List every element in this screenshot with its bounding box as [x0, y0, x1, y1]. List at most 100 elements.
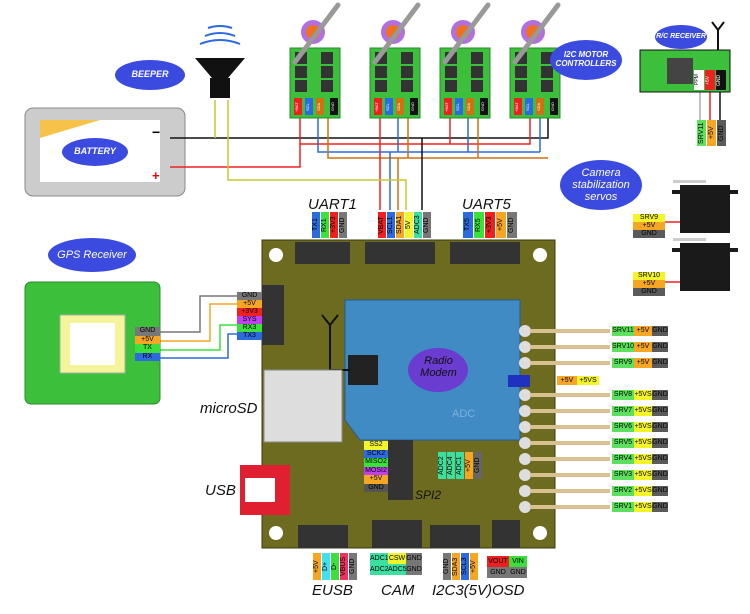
cam-pin-label: CSW: [388, 553, 406, 564]
uart1-title: UART1: [308, 196, 357, 213]
header-pin-lead: [530, 457, 610, 461]
header-pin-lead: [530, 393, 610, 397]
esc-pin-label: SCL: [385, 103, 390, 111]
servo-signal-label: SRV9: [612, 358, 634, 368]
servo-power-label: +5VS: [634, 486, 652, 496]
cam-pin-label: GND: [406, 553, 422, 564]
eusb-pin-label: D-: [331, 553, 339, 580]
cam-servo1-pin-label: SRV9: [633, 214, 665, 222]
esc-pin-label: +BAT: [374, 102, 379, 112]
header-pin: [519, 501, 531, 513]
i2c3-pin-label: SDA3: [452, 553, 460, 580]
servo-gnd-label: GND: [652, 390, 668, 400]
esc-pin-label: GND: [330, 102, 335, 112]
i2c-pin-label: SCL1: [387, 212, 395, 238]
header-pin-lead: [530, 409, 610, 413]
servo-signal-label: SRV6: [612, 422, 634, 432]
rc-output-pin-label: GND: [717, 120, 726, 146]
esc-pin-label: SDA: [316, 102, 321, 112]
servo-signal-label: SRV5: [612, 438, 634, 448]
gps-label: GPS Receiver: [48, 238, 136, 272]
esc-pin-label: GND: [410, 102, 415, 112]
servo-signal-label: SRV2: [612, 486, 634, 496]
adc-pin-label: GND: [474, 452, 482, 479]
cam-servo2-pin-label: SRV10: [633, 272, 665, 280]
servo-gnd-label: GND: [652, 358, 668, 368]
wires-layer: [24, 2, 738, 549]
adc-pin-label: ADC4: [447, 452, 455, 479]
uart5-pin-label: RX5: [474, 212, 484, 238]
eusb-pin-label: GND: [349, 553, 357, 580]
camera-servos: [672, 180, 738, 291]
i2c-motor-controllers-label: I2C MOTOR CONTROLLERS: [550, 40, 622, 80]
esc-pin-label: +BAT: [444, 102, 449, 112]
servo-power-label: +5VS: [634, 390, 652, 400]
header-pin-lead: [530, 361, 610, 365]
uart3-pin-label: TX3: [237, 332, 262, 340]
servo-signal-label: SRV3: [612, 470, 634, 480]
rc-pin-label: GND: [716, 70, 726, 90]
header-pin-lead: [530, 505, 610, 509]
eusb-pin-label: +5V: [313, 553, 321, 580]
usb-title: USB: [205, 482, 236, 499]
servo-gnd-label: GND: [652, 342, 668, 352]
header-pin: [519, 421, 531, 433]
uart1-pin-label: GND: [339, 212, 347, 238]
eusb-title: EUSB: [312, 582, 353, 599]
adc-pin-label: ADC2: [438, 452, 446, 479]
uart1-pin-label: +3V3: [330, 212, 338, 238]
battery-label: BATTERY: [62, 138, 128, 166]
i2c-pin-label: GND: [423, 212, 431, 238]
uart5-pin-label: TX5: [463, 212, 473, 238]
microsd-slot: [263, 369, 343, 443]
rc-chip: [667, 58, 693, 84]
servo-gnd-label: GND: [652, 502, 668, 512]
esc-pin-label: SDA: [396, 102, 401, 112]
servo-power-label: +5V: [634, 326, 652, 336]
usb-port: [245, 478, 275, 502]
servo-signal-label: SRV1: [612, 502, 634, 512]
adc-label: ADC: [452, 408, 476, 420]
servo-signal-label: SRV8: [612, 390, 634, 400]
spi2-pin-label: SCK2: [364, 449, 388, 458]
cam-servo2-pin-label: GND: [633, 288, 665, 296]
battery-minus: −: [152, 124, 161, 140]
uart5-pin-label: +5V: [496, 212, 506, 238]
servo-gnd-label: GND: [652, 486, 668, 496]
wiring-diagram: BEEPER BATTERY − + I2C MOTOR CONTROLLERS…: [0, 0, 750, 614]
servo-signal-label: SRV7: [612, 406, 634, 416]
servo-signal-label: SRV10: [612, 342, 635, 352]
jumper-pin-label: +5V: [557, 376, 577, 385]
osd-pin-label: VIN: [509, 556, 527, 567]
esc-pin-label: SCL: [525, 103, 530, 111]
osd-pin-label: GND: [509, 567, 527, 578]
header-pin-lead: [530, 345, 610, 349]
servo-power-label: +5VS: [634, 502, 652, 512]
radio-modem-label: Radio Modem: [420, 355, 457, 379]
servo-gnd-label: GND: [652, 438, 668, 448]
header-pin: [519, 469, 531, 481]
cam-servo2-pin-label: +5V: [633, 280, 665, 288]
esc-pin-label: SCL: [305, 103, 310, 111]
cam-pin-label: ADC2: [370, 564, 389, 575]
uart5-pin-label: GND: [507, 212, 517, 238]
gps-pin-label: GND: [135, 327, 160, 336]
rc-output-pin-label: SRV11: [697, 120, 706, 146]
uart3-pin-label: +5V: [237, 300, 262, 308]
spi2-label: SPI2: [415, 488, 442, 502]
header-pin: [519, 389, 531, 401]
esc-pin-label: +BAT: [294, 102, 299, 112]
battery-plus: +: [152, 168, 160, 183]
camera-servos-label: Camera stabilization servos: [560, 160, 642, 210]
uart3-pin-label: +3V3: [237, 308, 262, 316]
adc-pin-label: ADC1: [456, 452, 464, 479]
servo-signal-label: SRV11: [612, 326, 634, 336]
i2c3-pin-label: SCL3: [461, 553, 469, 580]
uart1-pin-label: TX1: [312, 212, 320, 238]
header-pin: [519, 325, 531, 337]
rc-output-pin-label: +5V: [707, 120, 716, 146]
servo-power-label: +5VS: [634, 422, 652, 432]
cam-pin-label: ADC5: [388, 564, 407, 575]
header-pin-lead: [530, 473, 610, 477]
gps-pin-label: +5V: [135, 335, 160, 344]
